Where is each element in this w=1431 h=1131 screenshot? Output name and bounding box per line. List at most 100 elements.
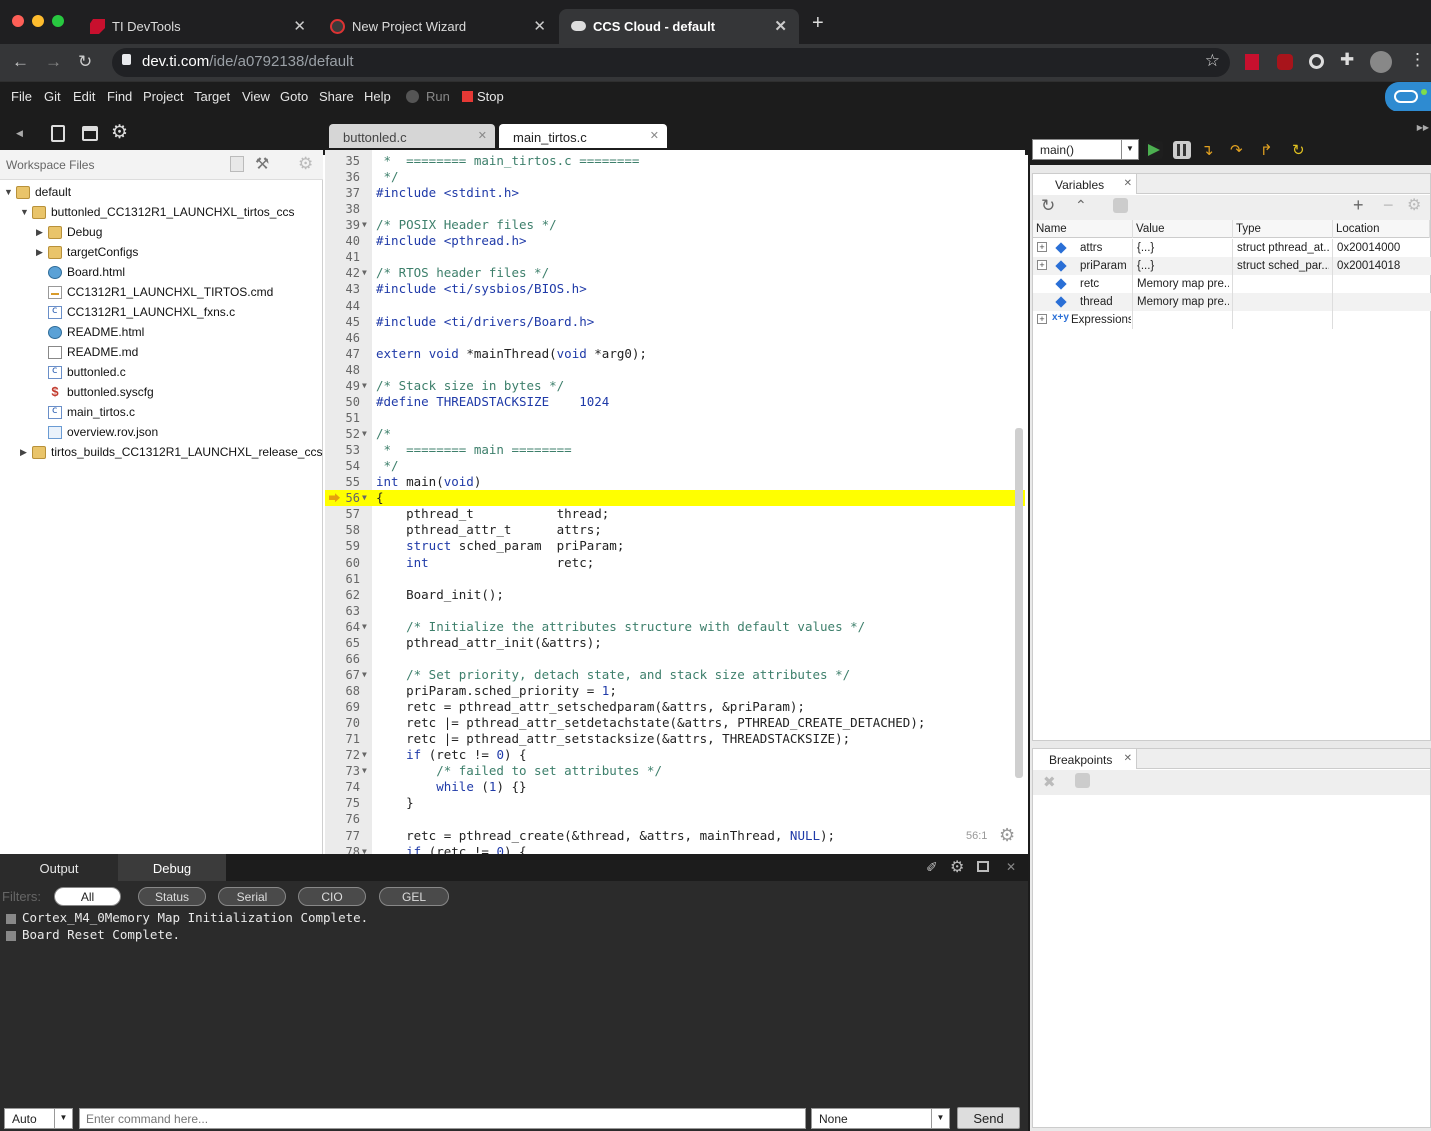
hammer-icon[interactable]: ⚒ (255, 154, 269, 174)
line-number[interactable]: 69 (325, 699, 360, 715)
line-number[interactable]: 72 (325, 747, 360, 763)
line-number[interactable]: 74 (325, 779, 360, 795)
tree-item[interactable]: main_tirtos.c (36, 402, 135, 422)
code-line[interactable]: 67 ▼ /* Set priority, detach state, and s… (325, 667, 1025, 683)
resume-button[interactable] (1145, 141, 1163, 159)
tree-item[interactable]: Board.html (36, 262, 125, 282)
fold-toggle-icon[interactable]: ▼ (362, 490, 367, 506)
line-number[interactable]: 75 (325, 795, 360, 811)
zoom-window-button[interactable] (52, 15, 64, 27)
line-number[interactable]: 68 (325, 683, 360, 699)
variable-row[interactable]: + attrs {...} struct pthread_at... 0x2001400… (1033, 239, 1431, 257)
close-tab-icon[interactable]: ✕ (774, 17, 787, 35)
fold-toggle-icon[interactable]: ▼ (362, 844, 367, 854)
code-line[interactable]: 58 pthread_attr_t attrs; (325, 522, 1025, 538)
menu-edit[interactable]: Edit (73, 89, 95, 104)
tree-item[interactable]: ▶ tirtos_builds_CC1312R1_LAUNCHXL_release… (20, 442, 322, 462)
code-line[interactable]: 76 (325, 811, 1025, 827)
code-line[interactable]: 62 Board_init(); (325, 587, 1025, 603)
kebab-menu-icon[interactable]: ⋮ (1409, 50, 1426, 70)
refresh-icon[interactable]: ↻ (1041, 196, 1055, 216)
expand-right-icon[interactable]: ▶ (36, 247, 48, 258)
tree-item[interactable]: README.md (36, 342, 138, 362)
tree-item[interactable]: ▶ targetConfigs (36, 242, 138, 262)
line-number[interactable]: 58 (325, 522, 360, 538)
fold-toggle-icon[interactable]: ▼ (362, 763, 367, 779)
function-select[interactable]: main() ▼ (1032, 139, 1139, 160)
line-number[interactable]: 44 (325, 298, 360, 314)
line-number[interactable]: 59 (325, 538, 360, 554)
line-number[interactable]: 38 (325, 201, 360, 217)
filter-serial[interactable]: Serial (218, 887, 286, 906)
close-tab-icon[interactable]: ✕ (293, 17, 306, 35)
line-number[interactable]: 47 (325, 346, 360, 362)
tree-item[interactable]: ▼ buttonled_CC1312R1_LAUNCHXL_tirtos_ccs (20, 202, 294, 222)
code-editor[interactable]: 35 * ======== main_tirtos.c ======== 36 *… (325, 150, 1025, 854)
column-location[interactable]: Location (1333, 220, 1430, 238)
tree-item[interactable]: buttonled.c (36, 362, 126, 382)
code-line[interactable]: 60 int retc; (325, 555, 1025, 571)
expand-right-icon[interactable]: ▶▶ (1417, 123, 1429, 132)
save-icon[interactable] (82, 126, 98, 141)
line-number[interactable]: 35 (325, 153, 360, 169)
avatar[interactable] (1370, 51, 1392, 73)
column-type[interactable]: Type (1233, 220, 1333, 238)
menu-file[interactable]: File (11, 89, 32, 104)
tab-output[interactable]: Output (0, 854, 118, 881)
line-number[interactable]: 41 (325, 249, 360, 265)
tree-item[interactable]: CC1312R1_LAUNCHXL_TIRTOS.cmd (36, 282, 273, 302)
expand-down-icon[interactable]: ▼ (4, 187, 16, 197)
current-line[interactable]: 56 ▼{ (325, 490, 1025, 507)
line-number[interactable]: 61 (325, 571, 360, 587)
settings-gear-icon[interactable]: ⚙ (1407, 195, 1421, 215)
settings-gear-icon[interactable]: ⚙ (950, 857, 964, 877)
code-line[interactable]: 35 * ======== main_tirtos.c ======== (325, 153, 1025, 169)
url-bar[interactable]: dev.ti.com/ide/a0792138/default ☆ (112, 48, 1230, 77)
code-line[interactable]: 71 retc |= pthread_attr_setstacksize(&at… (325, 731, 1025, 747)
settings-gear-icon[interactable]: ⚙ (298, 154, 313, 174)
fold-toggle-icon[interactable]: ▼ (362, 747, 367, 763)
new-file-icon[interactable] (51, 125, 65, 142)
code-line[interactable]: 37 #include <stdint.h> (325, 185, 1025, 201)
ti-extension-icon[interactable] (1245, 54, 1259, 70)
tree-item[interactable]: ▶ Debug (36, 222, 102, 242)
forward-arrow-icon[interactable]: → (45, 52, 62, 72)
close-panel-icon[interactable]: ✕ (1006, 860, 1016, 874)
collapse-left-icon[interactable]: ◀ (16, 128, 23, 139)
variable-row[interactable]: + x+yExpressions/( (1033, 311, 1431, 329)
line-number[interactable]: 63 (325, 603, 360, 619)
editor-tab-main-tirtos[interactable]: main_tirtos.c ✕ (499, 124, 667, 148)
code-line[interactable]: 50 #define THREADSTACKSIZE 1024 (325, 394, 1025, 410)
line-number[interactable]: 51 (325, 410, 360, 426)
code-line[interactable]: 52 ▼ /* (325, 426, 1025, 442)
broom-icon[interactable]: ✐ (926, 859, 938, 876)
run-button[interactable]: Run (426, 89, 450, 104)
expand-right-icon[interactable]: ▶ (36, 227, 48, 238)
code-line[interactable]: 73 ▼ /* failed to set attributes */ (325, 763, 1025, 779)
code-line[interactable]: 68 priParam.sched_priority = 1; (325, 683, 1025, 699)
expand-plus-icon[interactable]: + (1037, 260, 1047, 270)
line-number[interactable]: 46 (325, 330, 360, 346)
code-line[interactable]: 70 retc |= pthread_attr_setdetachstate(&… (325, 715, 1025, 731)
expand-down-icon[interactable]: ▼ (20, 207, 32, 217)
step-into-button[interactable]: ↴ (1201, 141, 1219, 159)
send-button[interactable]: Send (957, 1107, 1020, 1129)
line-number[interactable]: 70 (325, 715, 360, 731)
code-line[interactable]: 54 */ (325, 458, 1025, 474)
close-tab-icon[interactable]: ✕ (1124, 753, 1132, 764)
line-number[interactable]: 73 (325, 763, 360, 779)
code-line[interactable]: 64 ▼ /* Initialize the attributes structu… (325, 619, 1025, 635)
code-line[interactable]: 41 (325, 249, 1025, 265)
line-number[interactable]: 62 (325, 587, 360, 603)
code-line[interactable]: 61 (325, 571, 1025, 587)
expand-right-icon[interactable]: ▶ (20, 447, 32, 458)
line-number[interactable]: 52 (325, 426, 360, 442)
editor-settings-gear-icon[interactable]: ⚙ (999, 825, 1015, 846)
tab-variables[interactable]: Variables ✕ (1033, 174, 1137, 194)
ublock-extension-icon[interactable] (1277, 54, 1293, 70)
settings-gear-icon[interactable]: ⚙ (111, 121, 128, 144)
filter-gel[interactable]: GEL (379, 887, 449, 906)
remove-all-icon[interactable] (1113, 198, 1128, 213)
line-number[interactable]: 66 (325, 651, 360, 667)
line-number[interactable]: 45 (325, 314, 360, 330)
